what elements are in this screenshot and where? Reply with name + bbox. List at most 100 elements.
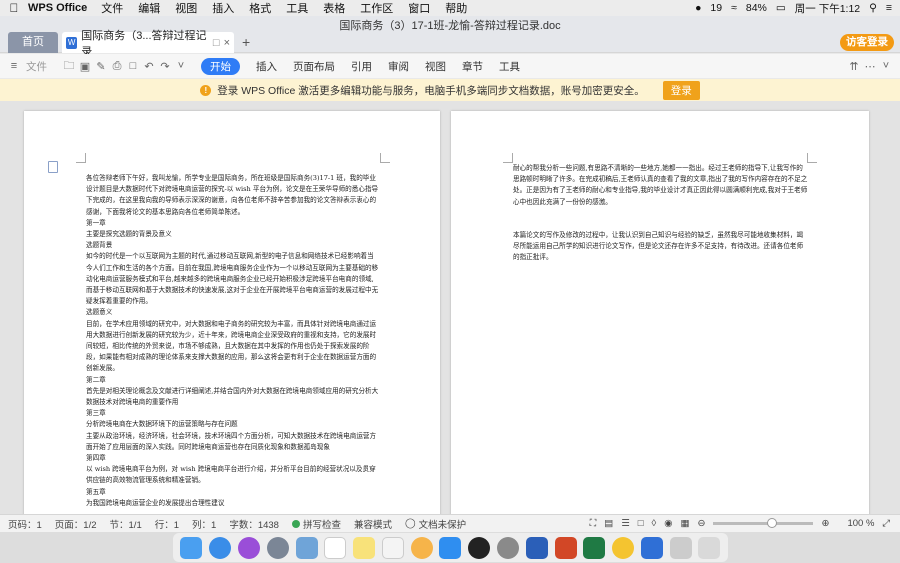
wifi-icon[interactable]: ≈ [731,2,737,14]
status-page-number[interactable]: 页码：1 [8,517,42,531]
battery-icon[interactable]: ▭ [776,2,786,14]
tab-view[interactable]: 视图 [425,59,446,74]
page-1-body[interactable]: 各位答辩老师下午好，我叫龙愉，所学专业是国际商务，所在班级是国际商务(3)17-… [86,173,380,509]
login-button[interactable]: 登录 [662,80,700,100]
zoom-out-icon[interactable]: ⊖ [698,518,706,529]
qq-app-icon[interactable] [468,536,491,559]
paragraph[interactable]: 各位答辩老师下午好，我叫龙愉，所学专业是国际商务，所在班级是国际商务(3)17-… [86,173,380,218]
siri-icon[interactable] [237,536,260,559]
more-icon[interactable]: ˅ [173,60,189,72]
more-options-icon[interactable]: ⋯ [862,60,878,73]
outline-view-icon[interactable]: ☰ [621,518,630,529]
collapse-icon[interactable]: ˅ [878,60,894,72]
paragraph[interactable]: 耐心的帮我分析一些问题,有思路不清晰的一些地方,她都一一指出。经过王老师的指导下… [513,163,809,208]
preview-icon[interactable]: □ [125,60,141,72]
menu-edit[interactable]: 编辑 [138,0,160,16]
close-icon[interactable]: × [224,37,230,49]
page-2-body[interactable]: 耐心的帮我分析一些问题,有思路不清晰的一些地方,她都一一指出。经过王老师的指导下… [513,163,809,263]
safari-icon[interactable] [209,536,232,559]
tab-start[interactable]: 开始 [201,57,240,75]
focus-mode-icon[interactable]: ⛶ [590,518,597,529]
menu-window[interactable]: 窗口 [408,0,430,16]
preview-app-icon[interactable] [295,536,318,559]
fit-width-icon[interactable]: ⤢ [882,518,890,529]
photos-icon[interactable] [410,536,433,559]
tab-references[interactable]: 引用 [351,59,372,74]
window-icon[interactable]: □ [213,37,220,49]
share-icon[interactable]: ⇈ [846,60,862,73]
save-icon[interactable]: ▣ [77,60,93,73]
tab-chapter[interactable]: 章节 [462,59,483,74]
menu-help[interactable]: 帮助 [445,0,467,16]
menu-insert[interactable]: 插入 [212,0,234,16]
menu-tools[interactable]: 工具 [286,0,308,16]
redo-icon[interactable]: ↷ [157,60,173,73]
paragraph[interactable]: 为我国跨境电商运营企业的发展提出合理性建议 [86,498,380,509]
format-painter-icon[interactable]: ✎ [93,60,109,73]
paragraph[interactable]: 第二章 [86,375,380,386]
paragraph[interactable]: 分析跨境电商在大数据环境下的运营策略与存在问题 [86,419,380,430]
paragraph[interactable]: 第五章 [86,487,380,498]
zoom-slider[interactable] [713,518,814,528]
reminders-icon[interactable] [381,536,404,559]
zoom-slider-knob[interactable] [767,518,778,528]
paragraph[interactable]: 选题意义 [86,307,380,318]
zoom-in-icon[interactable]: ⊕ [821,518,829,529]
music-icon[interactable] [612,536,635,559]
paragraph[interactable]: 第四章 [86,453,380,464]
paragraph[interactable]: 以 wish 跨境电商平台为例，对 wish 跨境电商平台进行介绍，并分析平台目… [86,464,380,486]
visitor-login-button[interactable]: 访客登录 [840,34,894,51]
print-icon[interactable]: ⎙ [109,60,125,73]
paragraph[interactable]: 第一章 [86,218,380,229]
tab-insert[interactable]: 插入 [256,59,277,74]
control-center-icon[interactable]: ≡ [886,2,892,14]
folder-icon[interactable] [669,536,692,559]
eye-protection-icon[interactable]: ◉ [664,518,672,529]
tab-review[interactable]: 审阅 [388,59,409,74]
paragraph[interactable]: 目前，在学术应用领域的研究中，对大数据和电子商务的研究较为丰富，而具体针对跨境电… [86,319,380,375]
paragraph[interactable]: 第三章 [86,408,380,419]
paragraph[interactable]: 主要从政治环境，经济环境，社会环境，技术环境四个方面分析，可知大数据技术在跨境电… [86,431,380,453]
grid-view-icon[interactable]: ▦ [681,518,690,529]
tab-document[interactable]: W 国际商务（3...答辩过程记录 □ × [62,30,234,58]
menu-file[interactable]: 文件 [101,0,123,16]
app-menu[interactable]: WPS Office [28,2,87,14]
qq-icon[interactable]: ● [695,2,701,14]
paragraph[interactable] [513,208,809,230]
undo-icon[interactable]: ↶ [141,60,157,73]
paragraph[interactable]: 主要是探究选题的背景及意义 [86,229,380,240]
paragraph[interactable]: 选题背景 [86,240,380,251]
notes-icon[interactable] [353,536,376,559]
web-view-icon[interactable]: ◊ [652,518,657,529]
menu-workspace[interactable]: 工作区 [360,0,393,16]
document-workspace[interactable]: 各位答辩老师下午好，我叫龙愉，所学专业是国际商务，所在班级是国际商务(3)17-… [0,101,900,514]
paragraph[interactable]: 首先是对相关理论概念及文献进行详细阐述,并结合国内外对大数据在跨境电商领域应用的… [86,386,380,408]
tab-tools[interactable]: 工具 [499,59,520,74]
apple-icon[interactable]:  [0,1,28,15]
menu-view[interactable]: 视图 [175,0,197,16]
status-word-count[interactable]: 字数：1438 [229,517,279,531]
tab-page-layout[interactable]: 页面布局 [293,59,335,74]
paragraph[interactable]: 本篇论文的写作及修改的过程中，让我认识到自己知识与经验的缺乏，虽然我尽可能地收集… [513,230,809,264]
reading-view-icon[interactable]: □ [638,518,644,529]
menu-table[interactable]: 表格 [323,0,345,16]
status-pages[interactable]: 页面：1/2 [55,517,97,531]
spell-check-toggle[interactable]: 拼写检查 [291,517,341,531]
document-page-1[interactable]: 各位答辩老师下午好，我叫龙愉，所学专业是国际商务，所在班级是国际商务(3)17-… [24,111,440,514]
file-menu[interactable]: 文件 [26,59,47,74]
hamburger-icon[interactable]: ≡ [6,60,22,72]
calendar-icon[interactable] [324,536,347,559]
search-icon[interactable]: ⚲ [869,2,877,14]
menu-format[interactable]: 格式 [249,0,271,16]
document-map-icon[interactable] [48,161,58,173]
new-tab-button[interactable]: + [242,34,250,50]
zoom-level[interactable]: 100 % [847,518,874,529]
excel-icon[interactable] [583,536,606,559]
tab-home[interactable]: 首页 [8,32,58,53]
wps-icon[interactable] [640,536,663,559]
page-view-icon[interactable]: ▤ [604,518,613,529]
trash-icon[interactable] [698,536,721,559]
document-page-2[interactable]: 耐心的帮我分析一些问题,有思路不清晰的一些地方,她都一一指出。经过王老师的指导下… [451,111,869,514]
powerpoint-icon[interactable] [554,536,577,559]
document-protection[interactable]: 文档未保护 [419,517,467,531]
